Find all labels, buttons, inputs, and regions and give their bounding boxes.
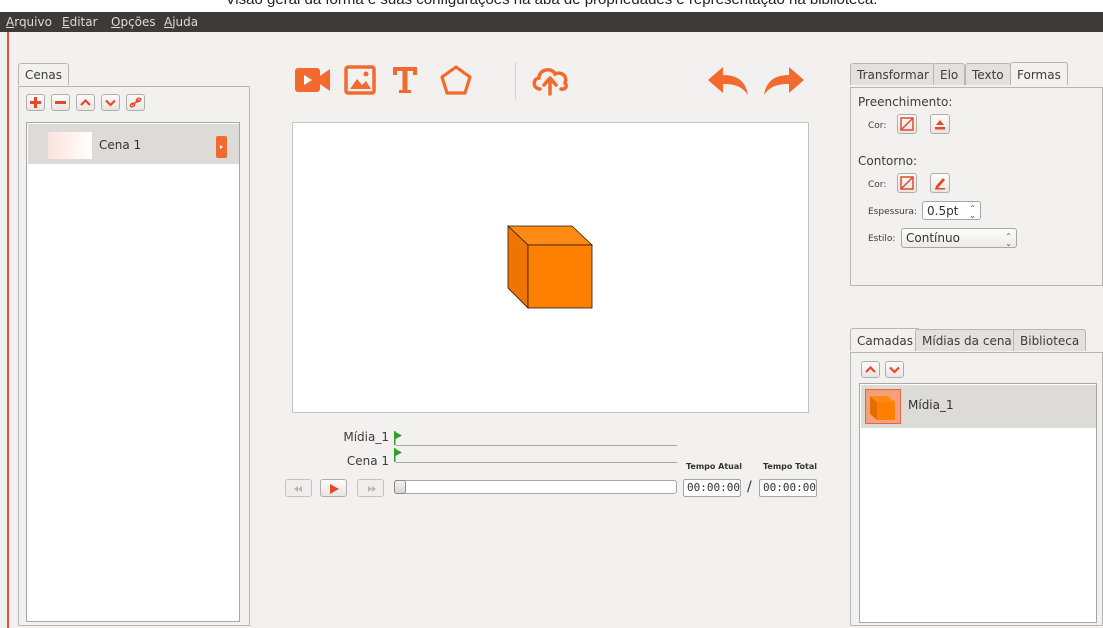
style-label: Estilo: bbox=[868, 234, 896, 244]
flag-icon[interactable] bbox=[394, 431, 403, 445]
thickness-label: Espessura: bbox=[868, 207, 917, 217]
current-time-label: Tempo Atual bbox=[686, 462, 743, 471]
fill-color-label: Cor: bbox=[868, 121, 887, 131]
flag-icon[interactable] bbox=[394, 448, 403, 462]
tab-baseline bbox=[79, 86, 250, 87]
chevron-up-icon bbox=[80, 98, 91, 106]
paint-bucket-icon bbox=[935, 120, 945, 130]
remove-scene-button[interactable] bbox=[51, 94, 70, 111]
slider-handle[interactable] bbox=[394, 480, 406, 494]
fast-forward-button[interactable] bbox=[357, 479, 384, 497]
time-separator: / bbox=[747, 479, 752, 495]
stroke-none-button[interactable] bbox=[897, 173, 917, 193]
play-icon bbox=[330, 484, 339, 494]
stroke-color-label: Cor: bbox=[868, 180, 887, 190]
link-scene-button[interactable] bbox=[126, 94, 145, 111]
layer-label: Mídia_1 bbox=[908, 398, 954, 412]
move-scene-down-button[interactable] bbox=[101, 94, 120, 111]
list-item[interactable]: Cena 1 bbox=[28, 124, 239, 164]
fast-forward-icon bbox=[368, 486, 376, 492]
tab-biblioteca[interactable]: Biblioteca bbox=[1013, 329, 1087, 351]
total-time-field[interactable]: 00:00:00 bbox=[759, 479, 817, 497]
total-time-label: Tempo Total bbox=[763, 462, 818, 471]
pencil-icon bbox=[935, 178, 945, 190]
app-window: Cenas Cena 1 Mídia_1 Cena 1 Tempo Atual … bbox=[7, 32, 1103, 628]
fill-heading: Preenchimento: bbox=[858, 95, 953, 109]
chevron-down-icon bbox=[889, 366, 900, 374]
menubar: Arquivo Editar Opções Ajuda bbox=[0, 12, 1103, 32]
menu-ajuda[interactable]: Ajuda bbox=[164, 15, 198, 29]
rewind-button[interactable] bbox=[285, 479, 312, 497]
scene-marker[interactable] bbox=[216, 136, 227, 158]
redo-icon[interactable] bbox=[762, 65, 806, 97]
layer-thumbnail bbox=[865, 389, 901, 424]
current-time-field[interactable]: 00:00:00 bbox=[683, 479, 741, 497]
stroke-color-button[interactable] bbox=[930, 173, 950, 193]
list-item[interactable]: Mídia_1 bbox=[861, 385, 1096, 428]
stage-canvas[interactable] bbox=[292, 122, 809, 413]
undo-icon[interactable] bbox=[706, 65, 750, 97]
cube-thumbnail-icon bbox=[870, 396, 895, 420]
no-color-icon bbox=[900, 117, 914, 131]
timeline-row-label: Cena 1 bbox=[346, 454, 389, 468]
menu-arquivo[interactable]: Arquivo bbox=[6, 15, 52, 29]
video-icon[interactable] bbox=[294, 64, 332, 96]
chevron-down-icon bbox=[105, 99, 116, 107]
fill-none-button[interactable] bbox=[897, 114, 917, 134]
scene-thumbnail bbox=[48, 132, 92, 159]
scenes-panel: Cena 1 bbox=[18, 86, 250, 626]
tab-camadas[interactable]: Camadas bbox=[850, 328, 920, 351]
tab-transformar[interactable]: Transformar bbox=[850, 63, 936, 85]
plus-icon bbox=[30, 97, 41, 108]
add-scene-button[interactable] bbox=[26, 94, 45, 111]
tab-midias-da-cena[interactable]: Mídias da cena bbox=[915, 329, 1019, 351]
style-dropdown[interactable]: Contínuo ⌃ ⌄ bbox=[901, 228, 1017, 248]
timeline-track bbox=[396, 462, 677, 463]
menu-editar[interactable]: Editar bbox=[62, 15, 98, 29]
scene-label: Cena 1 bbox=[99, 138, 142, 152]
toolbar-divider bbox=[515, 62, 516, 100]
tab-texto[interactable]: Texto bbox=[965, 63, 1011, 85]
layer-list: Mídia_1 bbox=[859, 383, 1097, 623]
cube-shape[interactable] bbox=[506, 224, 594, 310]
link-icon bbox=[129, 97, 142, 108]
minus-icon bbox=[55, 101, 66, 104]
image-icon[interactable] bbox=[344, 65, 376, 95]
chevron-up-icon bbox=[865, 365, 876, 373]
timeline-track bbox=[396, 445, 677, 446]
thickness-spinbox[interactable]: 0.5pt ⌃ ⌄ bbox=[922, 201, 981, 220]
scene-list: Cena 1 bbox=[26, 122, 240, 622]
timeline-slider[interactable] bbox=[394, 480, 677, 494]
figure-caption: Visão geral da forma e suas configuraçõe… bbox=[0, 0, 1103, 12]
no-color-icon bbox=[900, 176, 914, 190]
rewind-icon bbox=[294, 486, 302, 492]
stroke-heading: Contorno: bbox=[858, 154, 918, 168]
play-button[interactable] bbox=[320, 479, 347, 497]
properties-panel: Preenchimento: Cor: Contorno: Cor: Espes… bbox=[850, 87, 1103, 286]
move-scene-up-button[interactable] bbox=[76, 94, 95, 111]
fill-color-button[interactable] bbox=[930, 114, 950, 134]
move-layer-up-button[interactable] bbox=[861, 361, 880, 378]
menu-opcoes[interactable]: Opções bbox=[111, 15, 156, 29]
tab-elo[interactable]: Elo bbox=[933, 63, 966, 85]
polygon-icon[interactable] bbox=[439, 64, 473, 96]
dropdown-arrows-icon: ⌃ ⌄ bbox=[1005, 232, 1012, 248]
layers-panel: Mídia_1 bbox=[850, 352, 1103, 626]
move-layer-down-button[interactable] bbox=[885, 361, 904, 378]
timeline-row-label: Mídia_1 bbox=[343, 430, 389, 444]
spin-arrows-icon[interactable]: ⌃ ⌄ bbox=[969, 205, 976, 220]
text-icon[interactable] bbox=[391, 65, 419, 95]
upload-cloud-icon[interactable] bbox=[530, 62, 570, 96]
tab-cenas[interactable]: Cenas bbox=[18, 63, 69, 85]
tab-formas[interactable]: Formas bbox=[1010, 62, 1068, 85]
